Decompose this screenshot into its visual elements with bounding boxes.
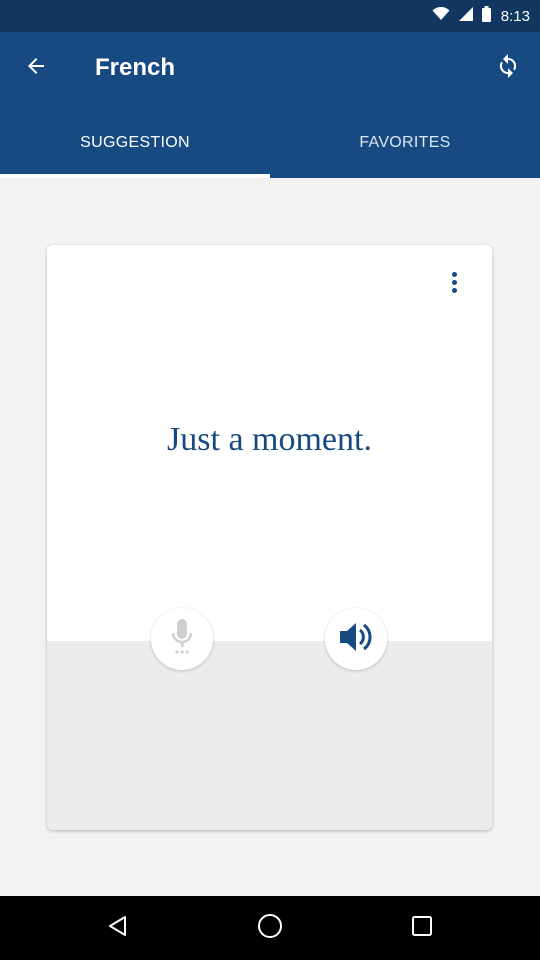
battery-icon bbox=[481, 5, 491, 27]
microphone-button[interactable] bbox=[151, 608, 213, 670]
back-button[interactable] bbox=[14, 46, 58, 90]
tab-suggestion-label: SUGGESTION bbox=[80, 134, 190, 151]
nav-recents-button[interactable] bbox=[402, 908, 442, 948]
nav-home-button[interactable] bbox=[250, 908, 290, 948]
recents-icon bbox=[411, 915, 433, 942]
more-vert-icon-dot bbox=[451, 271, 457, 277]
status-icons: 8:13 bbox=[432, 0, 530, 32]
speaker-icon bbox=[336, 619, 376, 660]
refresh-button[interactable] bbox=[486, 46, 530, 90]
app-bar: French SUGGESTION FAVORITES bbox=[0, 32, 540, 178]
tab-indicator bbox=[0, 174, 270, 178]
nav-back-button[interactable] bbox=[98, 908, 138, 948]
more-vert-icon-dot bbox=[451, 287, 457, 293]
more-options-button[interactable] bbox=[440, 267, 468, 297]
page-title: French bbox=[95, 54, 176, 81]
microphone-icon bbox=[169, 617, 195, 662]
wifi-icon bbox=[432, 6, 450, 26]
more-vert-icon-dot bbox=[451, 279, 457, 285]
status-time: 8:13 bbox=[500, 7, 530, 25]
nav-back-icon bbox=[106, 914, 130, 943]
tab-suggestion[interactable]: SUGGESTION bbox=[0, 108, 270, 178]
home-icon bbox=[257, 913, 283, 944]
card-bottom-panel bbox=[47, 641, 492, 830]
loading-message: Just a moment. bbox=[167, 421, 372, 458]
navigation-bar bbox=[0, 896, 540, 960]
tab-favorites[interactable]: FAVORITES bbox=[270, 108, 540, 178]
speaker-button[interactable] bbox=[325, 608, 387, 670]
tab-favorites-label: FAVORITES bbox=[359, 134, 451, 151]
arrow-back-icon bbox=[26, 56, 46, 81]
phrase-card: Just a moment. bbox=[47, 245, 492, 830]
signal-icon bbox=[458, 6, 474, 27]
status-bar: 8:13 bbox=[0, 0, 540, 32]
refresh-icon bbox=[496, 53, 520, 84]
